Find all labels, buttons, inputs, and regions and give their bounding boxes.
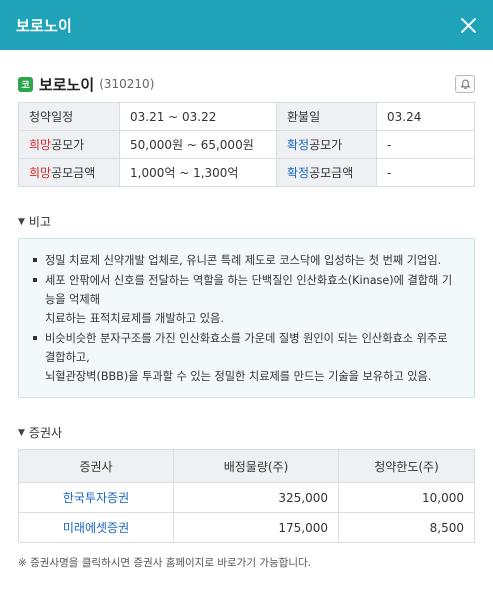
broker-link-mirae-asset[interactable]: 미래에셋증권 xyxy=(63,521,129,535)
table-header-row: 증권사 배정물량(주) 청약한도(주) xyxy=(18,449,475,483)
close-icon[interactable] xyxy=(459,16,477,34)
broker-link-korea-investment[interactable]: 한국투자증권 xyxy=(63,491,129,505)
brokers-title: 증권사 xyxy=(28,426,63,440)
modal-body: 코 보로노이 (310210) 청약일정 03.21 ~ 03.22 환불일 0… xyxy=(0,74,493,570)
company-info: 코 보로노이 (310210) xyxy=(18,74,154,95)
broker-name-cell: 한국투자증권 xyxy=(18,482,174,513)
limit-cell: 10,000 xyxy=(338,482,475,513)
company-name: 보로노이 xyxy=(39,75,95,94)
note-line: 세포 안팎에서 신호를 전달하는 역할을 하는 단백질인 인산화효소(Kinas… xyxy=(45,274,453,306)
subscription-date-value: 03.21 ~ 03.22 xyxy=(119,102,277,131)
notes-section-title: ▼ 비고 xyxy=(18,213,475,230)
table-row: 한국투자증권 325,000 10,000 xyxy=(18,482,475,513)
brokers-table: 증권사 배정물량(주) 청약한도(주) 한국투자증권 325,000 10,00… xyxy=(18,449,475,543)
notes-box: 정밀 치료제 신약개발 업체로, 유니콘 특례 제도로 코스닥에 입성하는 첫 … xyxy=(18,238,475,398)
column-header-broker: 증권사 xyxy=(18,449,174,483)
note-line: 치료하는 표적치료제를 개발하고 있음. xyxy=(45,312,224,325)
confirmed-amount-label-text: 공모금액 xyxy=(309,166,354,180)
subscription-date-label: 청약일정 xyxy=(18,102,120,131)
list-item: 정밀 치료제 신약개발 업체로, 유니콘 특례 제도로 코스닥에 입성하는 첫 … xyxy=(33,251,460,270)
confirmed-price-value: - xyxy=(376,130,475,159)
desired-price-value: 50,000원 ~ 65,000원 xyxy=(119,130,277,159)
limit-cell: 8,500 xyxy=(338,512,475,543)
note-line: 비슷비슷한 분자구조를 가진 인산화효소를 가운데 질병 원인이 되는 인산화효… xyxy=(45,332,448,364)
allocation-cell: 325,000 xyxy=(173,482,339,513)
table-row: 미래에셋증권 175,000 8,500 xyxy=(18,512,475,543)
confirmed-amount-label: 확정공모금액 xyxy=(276,158,377,187)
desired-highlight: 희망 xyxy=(29,138,52,152)
table-row: 희망공모금액 1,000억 ~ 1,300억 확정공모금액 - xyxy=(18,158,475,187)
note-line: 정밀 치료제 신약개발 업체로, 유니콘 특례 제도로 코스닥에 입성하는 첫 … xyxy=(45,254,442,267)
confirmed-price-label-text: 공모가 xyxy=(309,138,343,152)
allocation-cell: 175,000 xyxy=(173,512,339,543)
broker-name-cell: 미래에셋증권 xyxy=(18,512,174,543)
list-item: 세포 안팎에서 신호를 전달하는 역할을 하는 단백질인 인산화효소(Kinas… xyxy=(33,271,460,328)
triangle-down-icon: ▼ xyxy=(18,427,25,438)
modal-title: 보로노이 xyxy=(16,16,73,35)
list-item: 비슷비슷한 분자구조를 가진 인산화효소를 가운데 질병 원인이 되는 인산화효… xyxy=(33,329,460,386)
desired-amount-label-text: 공모금액 xyxy=(51,166,96,180)
note-line: 뇌혈관장벽(BBB)을 투과할 수 있는 정밀한 치료제를 만드는 기술을 보유… xyxy=(45,370,432,383)
footnote: ※ 증권사명을 클릭하시면 증권사 홈페이지로 바로가기 가능합니다. xyxy=(18,557,311,569)
desired-price-label-text: 공모가 xyxy=(51,138,85,152)
column-header-allocation: 배정물량(주) xyxy=(173,449,339,483)
ipo-info-table: 청약일정 03.21 ~ 03.22 환불일 03.24 희망공모가 50,00… xyxy=(18,102,475,187)
confirmed-amount-value: - xyxy=(376,158,475,187)
brokers-section-title: ▼ 증권사 xyxy=(18,424,475,441)
desired-amount-label: 희망공모금액 xyxy=(18,158,120,187)
refund-date-label: 환불일 xyxy=(276,102,377,131)
company-code: (310210) xyxy=(99,77,155,91)
column-header-limit: 청약한도(주) xyxy=(338,449,475,483)
desired-highlight: 희망 xyxy=(29,166,52,180)
table-row: 청약일정 03.21 ~ 03.22 환불일 03.24 xyxy=(18,102,475,131)
desired-amount-value: 1,000억 ~ 1,300억 xyxy=(119,158,277,187)
modal-header: 보로노이 xyxy=(0,0,493,50)
bell-icon[interactable] xyxy=(455,75,475,93)
table-row: 희망공모가 50,000원 ~ 65,000원 확정공모가 - xyxy=(18,130,475,159)
confirmed-highlight: 확정 xyxy=(287,166,310,180)
triangle-down-icon: ▼ xyxy=(18,216,25,227)
company-row: 코 보로노이 (310210) xyxy=(18,74,475,94)
confirmed-highlight: 확정 xyxy=(287,138,310,152)
refund-date-value: 03.24 xyxy=(376,102,475,131)
kosdaq-badge: 코 xyxy=(18,76,33,92)
desired-price-label: 희망공모가 xyxy=(18,130,120,159)
confirmed-price-label: 확정공모가 xyxy=(276,130,377,159)
notes-title: 비고 xyxy=(28,215,52,229)
